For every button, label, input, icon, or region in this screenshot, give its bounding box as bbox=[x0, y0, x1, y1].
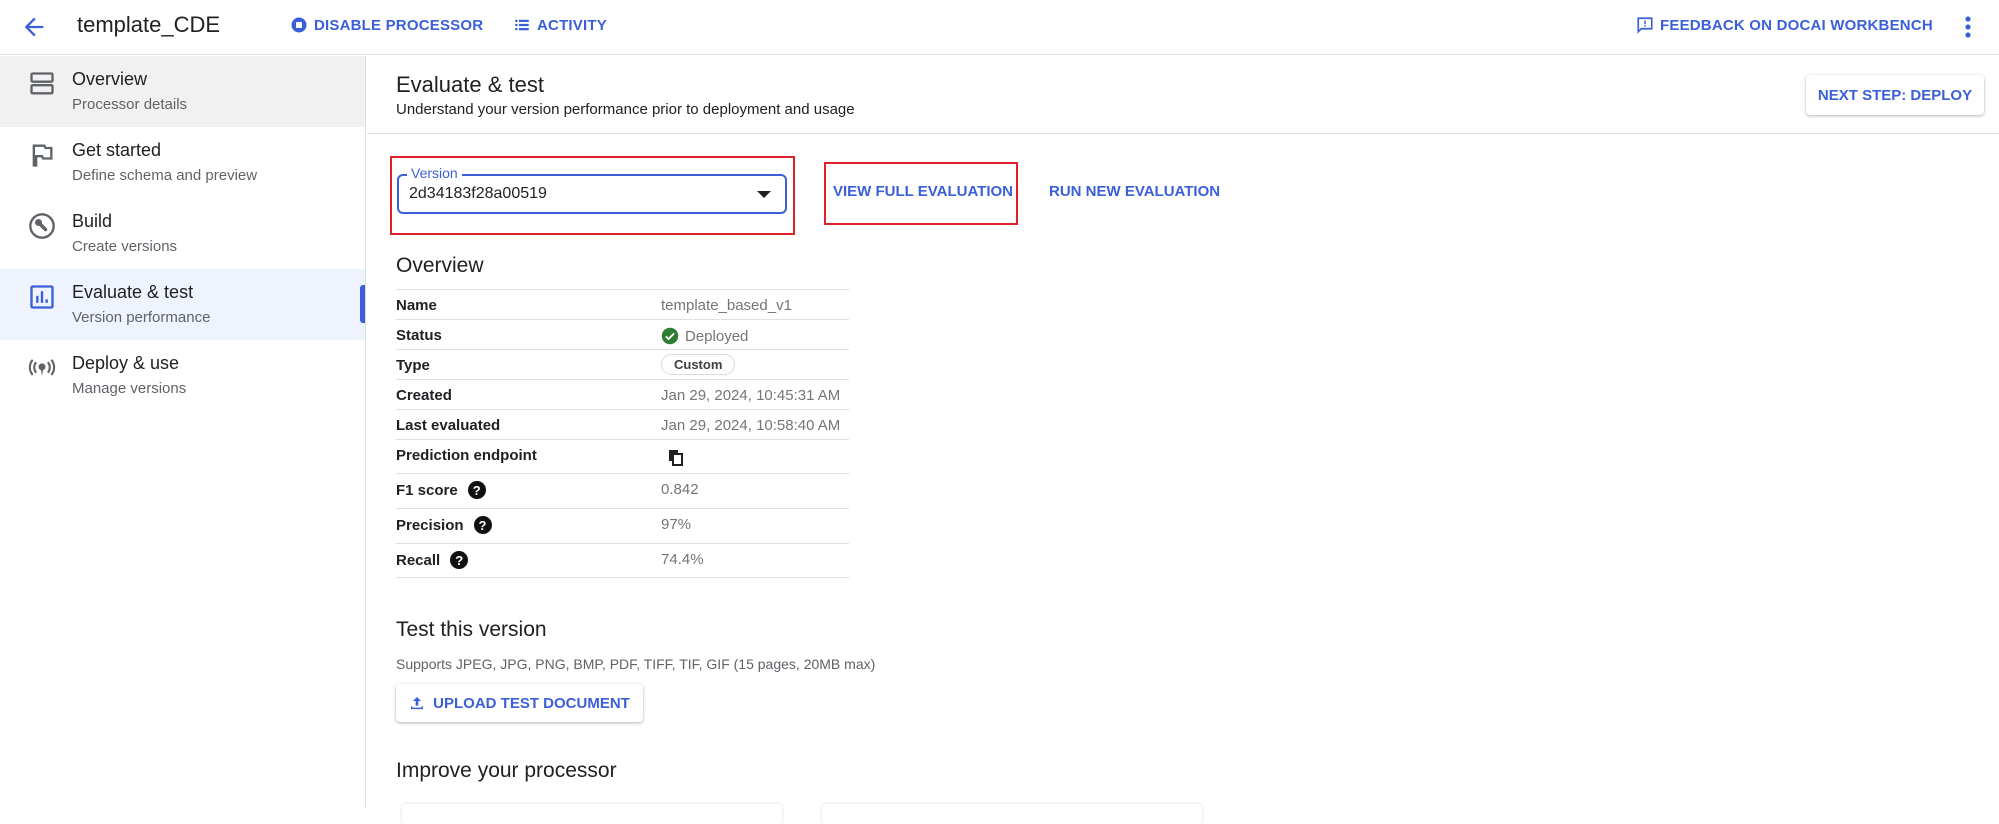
precision-label: Precision bbox=[396, 516, 464, 534]
row-key: Recall? bbox=[396, 551, 469, 569]
page-header: Evaluate & test Understand your version … bbox=[367, 56, 1999, 134]
dropdown-arrow-icon bbox=[757, 191, 771, 198]
page-subtitle: Understand your version performance prio… bbox=[396, 101, 855, 118]
improve-card[interactable] bbox=[822, 804, 1202, 824]
row-key: Last evaluated bbox=[396, 417, 501, 434]
check-circle-icon bbox=[661, 327, 679, 345]
broadcast-icon bbox=[28, 359, 56, 377]
top-bar: template_CDE DISABLE PROCESSOR ACTIVITY … bbox=[0, 0, 1999, 55]
row-value: Jan 29, 2024, 10:58:40 AM bbox=[661, 417, 841, 434]
row-value bbox=[668, 449, 684, 466]
status-value: Deployed bbox=[661, 327, 748, 345]
type-chip: Custom bbox=[661, 354, 736, 375]
activity-button[interactable]: ACTIVITY bbox=[513, 16, 607, 34]
row-value: template_based_v1 bbox=[661, 297, 792, 314]
improve-card[interactable] bbox=[402, 804, 782, 824]
row-key: Created bbox=[396, 387, 452, 404]
precision-value: 97% bbox=[661, 516, 692, 533]
upload-icon bbox=[411, 697, 424, 710]
row-key: Type bbox=[396, 357, 430, 374]
table-row: Precision? 97% bbox=[396, 508, 849, 543]
disable-processor-button[interactable]: DISABLE PROCESSOR bbox=[290, 16, 483, 34]
sidebar-item-build[interactable]: Build Create versions bbox=[0, 198, 365, 269]
table-row: F1 score? 0.842 bbox=[396, 473, 849, 508]
feedback-button[interactable]: FEEDBACK ON DOCAI WORKBENCH bbox=[1636, 16, 1933, 34]
disable-processor-label: DISABLE PROCESSOR bbox=[314, 16, 484, 34]
table-row: Type Custom bbox=[396, 349, 849, 379]
sidebar-item-overview[interactable]: Overview Processor details bbox=[0, 56, 365, 127]
page-title: Evaluate & test bbox=[396, 72, 544, 97]
list-icon bbox=[515, 19, 529, 31]
back-arrow-icon[interactable] bbox=[20, 13, 48, 41]
recall-value: 74.4% bbox=[661, 551, 704, 568]
overview-heading: Overview bbox=[396, 254, 484, 277]
help-icon[interactable]: ? bbox=[450, 551, 469, 569]
sidebar-item-label: Build bbox=[72, 211, 113, 231]
sidebar-nav: Overview Processor details Get started D… bbox=[0, 56, 366, 808]
activity-label: ACTIVITY bbox=[537, 16, 607, 34]
version-select[interactable]: Version 2d34183f28a00519 bbox=[397, 165, 787, 214]
status-text: Deployed bbox=[685, 327, 749, 345]
copy-icon[interactable] bbox=[668, 449, 684, 466]
feedback-icon bbox=[1637, 17, 1653, 34]
stop-circle-icon bbox=[291, 17, 307, 33]
sidebar-item-evaluate-test[interactable]: Evaluate & test Version performance bbox=[0, 269, 365, 340]
row-value: Custom bbox=[661, 354, 736, 375]
sidebar-item-label: Evaluate & test bbox=[72, 282, 194, 302]
sidebar-item-sublabel: Define schema and preview bbox=[72, 167, 258, 184]
sidebar-item-label: Deploy & use bbox=[72, 353, 180, 373]
version-label: Version bbox=[407, 165, 462, 181]
supported-formats-hint: Supports JPEG, JPG, PNG, BMP, PDF, TIFF,… bbox=[396, 656, 876, 672]
table-row: Name template_based_v1 bbox=[396, 289, 849, 319]
chart-icon bbox=[30, 285, 54, 309]
version-value: 2d34183f28a00519 bbox=[409, 185, 547, 202]
view-full-evaluation-button[interactable]: VIEW FULL EVALUATION bbox=[833, 183, 1013, 200]
table-row: Prediction endpoint bbox=[396, 439, 849, 473]
help-icon[interactable]: ? bbox=[473, 516, 492, 534]
sidebar-item-deploy-use[interactable]: Deploy & use Manage versions bbox=[0, 340, 365, 411]
run-new-evaluation-button[interactable]: RUN NEW EVALUATION bbox=[1049, 183, 1220, 200]
row-key: Precision? bbox=[396, 516, 492, 534]
sidebar-item-get-started[interactable]: Get started Define schema and preview bbox=[0, 127, 365, 198]
more-vert-icon[interactable] bbox=[1960, 14, 1976, 40]
help-icon[interactable]: ? bbox=[467, 481, 486, 499]
row-value: Jan 29, 2024, 10:45:31 AM bbox=[661, 387, 841, 404]
sidebar-item-sublabel: Version performance bbox=[72, 309, 211, 326]
improve-heading: Improve your processor bbox=[396, 759, 617, 782]
wrench-icon bbox=[29, 213, 55, 239]
next-step-deploy-button[interactable]: NEXT STEP: DEPLOY bbox=[1806, 75, 1984, 115]
recall-label: Recall bbox=[396, 551, 441, 569]
upload-test-document-button[interactable]: UPLOAD TEST DOCUMENT bbox=[396, 684, 643, 722]
table-row: Status Deployed bbox=[396, 319, 849, 349]
table-row: Recall? 74.4% bbox=[396, 543, 849, 578]
test-heading: Test this version bbox=[396, 618, 547, 641]
row-key: Name bbox=[396, 297, 437, 314]
upload-label: UPLOAD TEST DOCUMENT bbox=[433, 694, 630, 712]
f1-label: F1 score bbox=[396, 481, 458, 499]
f1-score-value: 0.842 bbox=[661, 481, 699, 498]
table-row: Created Jan 29, 2024, 10:45:31 AM bbox=[396, 379, 849, 409]
active-indicator bbox=[360, 285, 365, 323]
sidebar-item-sublabel: Manage versions bbox=[72, 380, 187, 397]
row-key: Status bbox=[396, 327, 442, 344]
feedback-label: FEEDBACK ON DOCAI WORKBENCH bbox=[1660, 16, 1933, 34]
table-row: Last evaluated Jan 29, 2024, 10:58:40 AM bbox=[396, 409, 849, 439]
overview-table: Name template_based_v1 Status Deployed T… bbox=[396, 289, 849, 578]
sidebar-item-sublabel: Create versions bbox=[72, 238, 178, 255]
row-key: F1 score? bbox=[396, 481, 486, 499]
sidebar-item-sublabel: Processor details bbox=[72, 96, 188, 113]
sidebar-item-label: Overview bbox=[72, 69, 148, 89]
overview-icon bbox=[30, 72, 54, 95]
processor-title: template_CDE bbox=[77, 12, 221, 37]
row-key: Prediction endpoint bbox=[396, 447, 537, 464]
sidebar-item-label: Get started bbox=[72, 140, 162, 160]
flag-icon bbox=[32, 144, 53, 167]
main-content: Evaluate & test Understand your version … bbox=[367, 56, 1999, 824]
